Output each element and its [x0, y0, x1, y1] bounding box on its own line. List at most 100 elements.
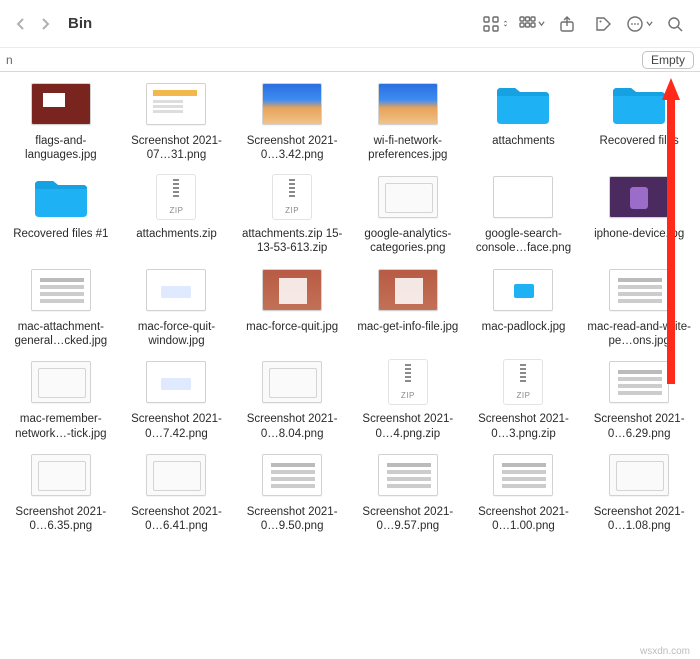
file-item[interactable]: Screenshot 2021-0…6.41.png	[122, 451, 232, 534]
file-label: mac-force-quit-window.jpg	[124, 320, 228, 349]
file-label: Screenshot 2021-0…3.png.zip	[471, 412, 575, 441]
image-thumbnail	[144, 266, 208, 314]
file-item[interactable]: Screenshot 2021-0…4.png.zip	[353, 358, 463, 441]
folder-icon	[29, 173, 93, 221]
image-thumbnail	[29, 451, 93, 499]
image-thumbnail	[376, 451, 440, 499]
file-item[interactable]: Recovered files	[584, 80, 694, 163]
back-button[interactable]	[10, 13, 32, 35]
file-label: Screenshot 2021-0…6.29.png	[587, 412, 691, 441]
zip-icon	[491, 358, 555, 406]
image-thumbnail	[376, 80, 440, 128]
file-item[interactable]: mac-attachment-general…cked.jpg	[6, 266, 116, 349]
folder-icon	[607, 80, 671, 128]
file-label: iphone-device.jpg	[594, 227, 684, 241]
file-item[interactable]: google-search-console…face.png	[469, 173, 579, 256]
image-thumbnail	[260, 266, 324, 314]
file-label: Screenshot 2021-0…3.42.png	[240, 134, 344, 163]
file-item[interactable]: mac-force-quit.jpg	[237, 266, 347, 349]
forward-button[interactable]	[34, 13, 56, 35]
file-item[interactable]: Screenshot 2021-0…6.35.png	[6, 451, 116, 534]
path-bar: n Empty	[0, 48, 700, 72]
file-item[interactable]: attachments.zip 15-13-53-613.zip	[237, 173, 347, 256]
file-item[interactable]: Screenshot 2021-0…9.57.png	[353, 451, 463, 534]
file-label: mac-get-info-file.jpg	[357, 320, 458, 334]
image-thumbnail	[29, 80, 93, 128]
file-item[interactable]: Screenshot 2021-0…9.50.png	[237, 451, 347, 534]
toolbar: Bin	[0, 0, 700, 48]
file-item[interactable]: iphone-device.jpg	[584, 173, 694, 256]
file-label: mac-force-quit.jpg	[246, 320, 338, 334]
group-by-button[interactable]	[516, 9, 546, 39]
file-label: Screenshot 2021-0…8.04.png	[240, 412, 344, 441]
file-label: mac-padlock.jpg	[482, 320, 566, 334]
file-label: wi-fi-network-preferences.jpg	[356, 134, 460, 163]
file-label: google-analytics-categories.png	[356, 227, 460, 256]
file-item[interactable]: Screenshot 2021-0…1.00.png	[469, 451, 579, 534]
file-label: mac-read-and-write-pe…ons.jpg	[587, 320, 691, 349]
watermark: wsxdn.com	[640, 646, 690, 657]
icon-view-button[interactable]	[480, 9, 510, 39]
image-thumbnail	[491, 173, 555, 221]
file-label: google-search-console…face.png	[471, 227, 575, 256]
file-label: Screenshot 2021-0…1.00.png	[471, 505, 575, 534]
file-item[interactable]: attachments.zip	[122, 173, 232, 256]
file-item[interactable]: google-analytics-categories.png	[353, 173, 463, 256]
updown-icon	[502, 20, 509, 27]
share-button[interactable]	[552, 9, 582, 39]
file-item[interactable]: Screenshot 2021-0…7.42.png	[122, 358, 232, 441]
file-item[interactable]: wi-fi-network-preferences.jpg	[353, 80, 463, 163]
zip-icon	[144, 173, 208, 221]
empty-trash-button[interactable]: Empty	[642, 51, 694, 69]
image-thumbnail	[29, 358, 93, 406]
file-label: Screenshot 2021-07…31.png	[124, 134, 228, 163]
file-label: Screenshot 2021-0…7.42.png	[124, 412, 228, 441]
file-label: attachments.zip 15-13-53-613.zip	[240, 227, 344, 256]
file-label: Screenshot 2021-0…4.png.zip	[356, 412, 460, 441]
chevron-down-icon	[538, 20, 545, 27]
file-item[interactable]: Screenshot 2021-0…3.png.zip	[469, 358, 579, 441]
file-label: Screenshot 2021-0…6.35.png	[9, 505, 113, 534]
file-item[interactable]: mac-force-quit-window.jpg	[122, 266, 232, 349]
image-thumbnail	[260, 80, 324, 128]
image-thumbnail	[491, 451, 555, 499]
file-label: Recovered files #1	[13, 227, 108, 241]
file-item[interactable]: mac-remember-network…-tick.jpg	[6, 358, 116, 441]
file-item[interactable]: Screenshot 2021-07…31.png	[122, 80, 232, 163]
image-thumbnail	[260, 358, 324, 406]
file-item[interactable]: attachments	[469, 80, 579, 163]
image-thumbnail	[376, 173, 440, 221]
image-thumbnail	[607, 451, 671, 499]
image-thumbnail	[29, 266, 93, 314]
path-bar-fragment: n	[6, 53, 13, 67]
window-title: Bin	[68, 15, 92, 32]
zip-icon	[260, 173, 324, 221]
file-label: attachments	[492, 134, 555, 148]
file-item[interactable]: mac-read-and-write-pe…ons.jpg	[584, 266, 694, 349]
file-item[interactable]: mac-get-info-file.jpg	[353, 266, 463, 349]
file-item[interactable]: Screenshot 2021-0…3.42.png	[237, 80, 347, 163]
file-grid-scroll[interactable]: flags-and-languages.jpg Screenshot 2021-0…	[0, 72, 700, 643]
action-menu-button[interactable]	[624, 9, 654, 39]
file-item[interactable]: Screenshot 2021-0…8.04.png	[237, 358, 347, 441]
file-item[interactable]: mac-padlock.jpg	[469, 266, 579, 349]
image-thumbnail	[376, 266, 440, 314]
file-grid: flags-and-languages.jpg Screenshot 2021-0…	[6, 80, 694, 534]
file-label: Screenshot 2021-0…9.57.png	[356, 505, 460, 534]
image-thumbnail	[607, 358, 671, 406]
file-item[interactable]: Screenshot 2021-0…6.29.png	[584, 358, 694, 441]
tags-button[interactable]	[588, 9, 618, 39]
file-label: Recovered files	[600, 134, 679, 148]
image-thumbnail	[607, 266, 671, 314]
file-item[interactable]: Screenshot 2021-0…1.08.png	[584, 451, 694, 534]
image-thumbnail	[144, 451, 208, 499]
image-thumbnail	[144, 80, 208, 128]
file-item[interactable]: Recovered files #1	[6, 173, 116, 256]
folder-icon	[491, 80, 555, 128]
image-thumbnail	[144, 358, 208, 406]
file-item[interactable]: flags-and-languages.jpg	[6, 80, 116, 163]
search-button[interactable]	[660, 9, 690, 39]
image-thumbnail	[260, 451, 324, 499]
file-label: Screenshot 2021-0…6.41.png	[124, 505, 228, 534]
chevron-down-icon	[646, 20, 653, 27]
